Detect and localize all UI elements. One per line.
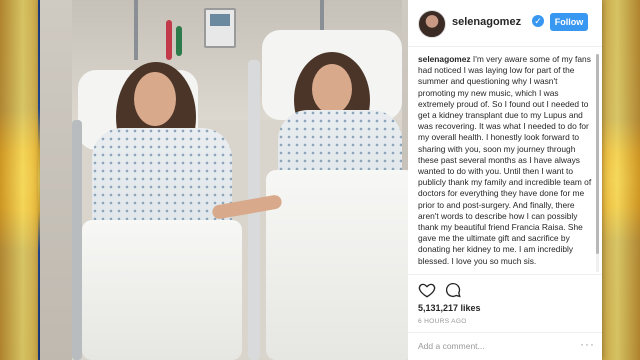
- more-options-icon[interactable]: ···: [580, 338, 594, 351]
- iv-tube: [166, 20, 172, 60]
- background-glow-left: [0, 0, 38, 360]
- photo-scene: [72, 0, 408, 360]
- blanket-left: [82, 220, 242, 360]
- background-glow-right: [602, 0, 640, 360]
- post-photo[interactable]: [40, 0, 408, 360]
- comment-icon[interactable]: [444, 281, 462, 299]
- heart-icon[interactable]: [418, 281, 436, 299]
- likes-count[interactable]: 5,131,217 likes: [418, 303, 481, 313]
- face-left: [134, 72, 176, 126]
- divider-bottom: [408, 332, 602, 333]
- divider: [408, 274, 602, 275]
- avatar[interactable]: [418, 10, 446, 38]
- follow-button[interactable]: Follow: [550, 13, 588, 31]
- post-side-panel: selenagomez ✓ Follow selenagomez I'm ver…: [408, 0, 602, 360]
- bed-rail-left: [72, 120, 82, 360]
- verified-badge-icon: ✓: [532, 15, 544, 27]
- face-right: [312, 64, 352, 114]
- post-header: selenagomez ✓ Follow: [408, 0, 602, 47]
- post-caption: selenagomez I'm very aware some of my fa…: [418, 54, 596, 272]
- comment-input[interactable]: [418, 338, 568, 354]
- caption-scroll-thumb[interactable]: [596, 54, 599, 254]
- instagram-post-card: selenagomez ✓ Follow selenagomez I'm ver…: [40, 0, 602, 360]
- monitor-screen: [210, 14, 230, 26]
- blanket-right: [266, 170, 408, 360]
- caption-username[interactable]: selenagomez: [418, 54, 471, 64]
- caption-text: I'm very aware some of my fans had notic…: [418, 54, 592, 266]
- post-timestamp: 6 HOURS AGO: [418, 318, 467, 325]
- username[interactable]: selenagomez: [452, 16, 521, 28]
- iv-pole: [134, 0, 138, 60]
- iv-monitor: [204, 8, 236, 48]
- iv-tube-green: [176, 26, 182, 56]
